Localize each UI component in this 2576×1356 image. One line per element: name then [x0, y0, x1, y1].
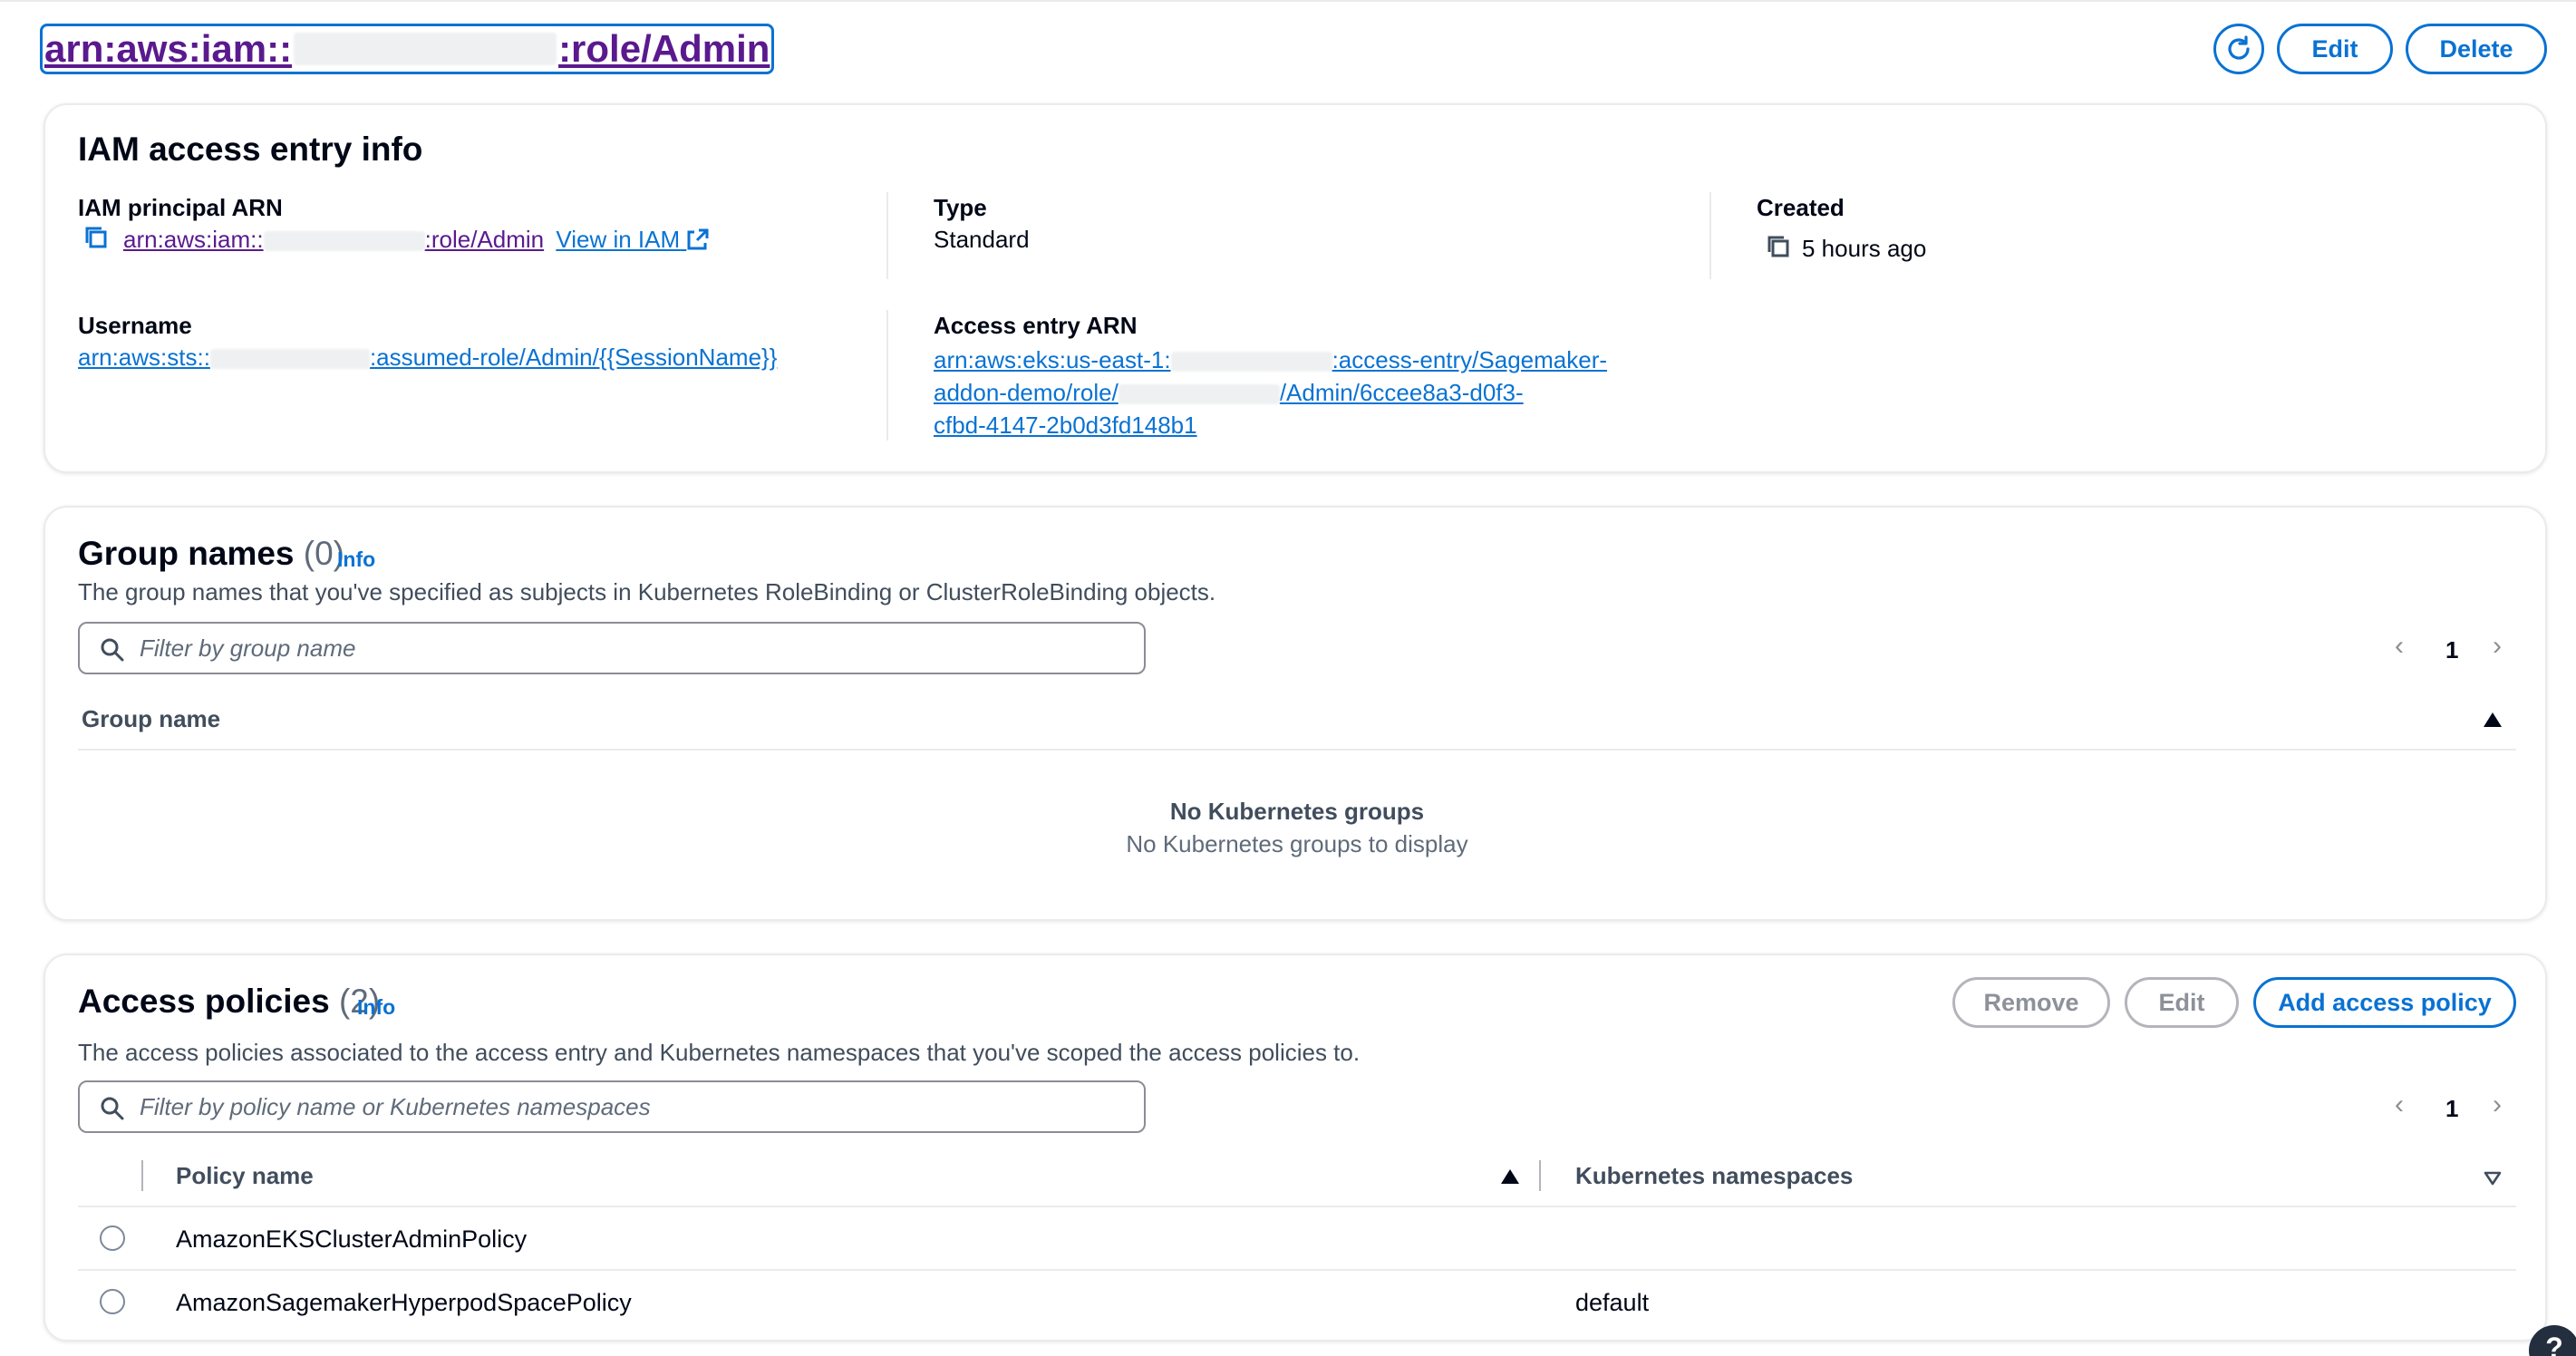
column-divider	[886, 310, 888, 441]
sort-ascending-icon[interactable]	[1501, 1169, 1519, 1184]
principal-arn-label: IAM principal ARN	[78, 194, 283, 221]
iam-access-entry-info-panel: IAM access entry info IAM principal ARN …	[44, 103, 2547, 473]
row-select-radio[interactable]	[100, 1225, 125, 1251]
info-link[interactable]: Info	[357, 995, 395, 1020]
type-label: Type	[934, 194, 987, 221]
policy-name-cell: AmazonEKSClusterAdminPolicy	[176, 1225, 528, 1253]
sort-ascending-icon[interactable]	[2484, 712, 2502, 727]
namespaces-cell: default	[1575, 1289, 1650, 1316]
panel-title: Group names (0)	[78, 535, 345, 572]
created-value: 5 hours ago	[1802, 235, 1927, 262]
username-label: Username	[78, 312, 192, 339]
row-select-radio[interactable]	[100, 1289, 125, 1314]
table-header-divider	[78, 1206, 2516, 1207]
row-divider	[78, 1269, 2516, 1271]
column-header-kubernetes-namespaces[interactable]: Kubernetes namespaces	[1575, 1162, 1853, 1190]
group-filter-input[interactable]: Filter by group name	[78, 622, 1146, 674]
redacted-account-id	[294, 33, 557, 65]
column-header-group-name[interactable]: Group name	[82, 705, 220, 733]
refresh-icon	[2228, 35, 2250, 60]
column-divider	[886, 192, 888, 279]
edit-policy-button[interactable]: Edit	[2125, 977, 2239, 1028]
created-label: Created	[1757, 194, 1845, 221]
access-entry-arn-label: Access entry ARN	[934, 312, 1138, 339]
page-number[interactable]: 1	[2445, 1095, 2458, 1123]
delete-button[interactable]: Delete	[2406, 24, 2547, 74]
column-divider	[141, 1160, 143, 1191]
empty-state-title: No Kubernetes groups	[1169, 798, 1425, 825]
chevron-left-icon[interactable]: ‹	[2395, 631, 2404, 662]
access-entry-arn-link[interactable]: arn:aws:eks:us-east-1::access-entry/Sage…	[934, 344, 1607, 441]
column-header-policy-name[interactable]: Policy name	[176, 1162, 314, 1190]
column-divider	[1539, 1160, 1541, 1191]
view-in-iam-link[interactable]: View in IAM	[556, 226, 710, 253]
remove-button[interactable]: Remove	[1952, 977, 2110, 1028]
edit-button[interactable]: Edit	[2277, 24, 2393, 74]
chevron-right-icon[interactable]: ›	[2493, 631, 2502, 662]
panel-title: IAM access entry info	[78, 131, 423, 168]
username-value: arn:aws:sts:::assumed-role/Admin/{{Sessi…	[78, 344, 777, 372]
panel-description: The group names that you've specified as…	[78, 578, 1216, 605]
table-header-divider	[78, 749, 2516, 751]
chevron-left-icon[interactable]: ‹	[2395, 1090, 2404, 1120]
policy-filter-input[interactable]: Filter by policy name or Kubernetes name…	[78, 1080, 1146, 1133]
username-link[interactable]: arn:aws:sts:::assumed-role/Admin/{{Sessi…	[78, 344, 777, 371]
type-value: Standard	[934, 226, 1030, 253]
empty-state-subtitle: No Kubernetes groups to display	[1126, 830, 1468, 857]
add-access-policy-button[interactable]: Add access policy	[2253, 977, 2516, 1028]
policy-name-cell: AmazonSagemakerHyperpodSpacePolicy	[176, 1289, 632, 1316]
principal-arn-value: arn:aws:iam:::role/Admin View in IAM	[123, 226, 710, 254]
top-divider	[0, 0, 2576, 4]
panel-title: Access policies (2)	[78, 983, 381, 1020]
panel-description: The access policies associated to the ac…	[78, 1039, 1361, 1066]
principal-arn-link[interactable]: arn:aws:iam:::role/Admin	[123, 226, 544, 253]
title-prefix: arn:aws:iam::	[44, 27, 293, 70]
refresh-button[interactable]	[2213, 24, 2264, 74]
page-number[interactable]: 1	[2445, 636, 2458, 664]
copy-icon[interactable]	[83, 225, 109, 250]
copy-icon[interactable]	[1766, 234, 1791, 259]
group-names-panel: Group names (0) Info The group names tha…	[44, 506, 2547, 921]
access-policies-panel: Access policies (2) Info Remove Edit Add…	[44, 954, 2547, 1341]
access-entry-page: arn:aws:iam:: :role/Admin Edit Delete IA…	[0, 0, 2576, 1356]
search-icon	[101, 638, 124, 662]
chevron-right-icon[interactable]: ›	[2493, 1090, 2502, 1120]
external-link-icon	[687, 228, 709, 250]
title-suffix: :role/Admin	[558, 27, 770, 70]
page-title-link[interactable]: arn:aws:iam:: :role/Admin	[40, 24, 775, 74]
sort-descending-icon[interactable]	[2484, 1171, 2502, 1186]
column-divider	[1709, 192, 1711, 279]
info-link[interactable]: Info	[337, 547, 375, 572]
search-icon	[101, 1097, 124, 1120]
